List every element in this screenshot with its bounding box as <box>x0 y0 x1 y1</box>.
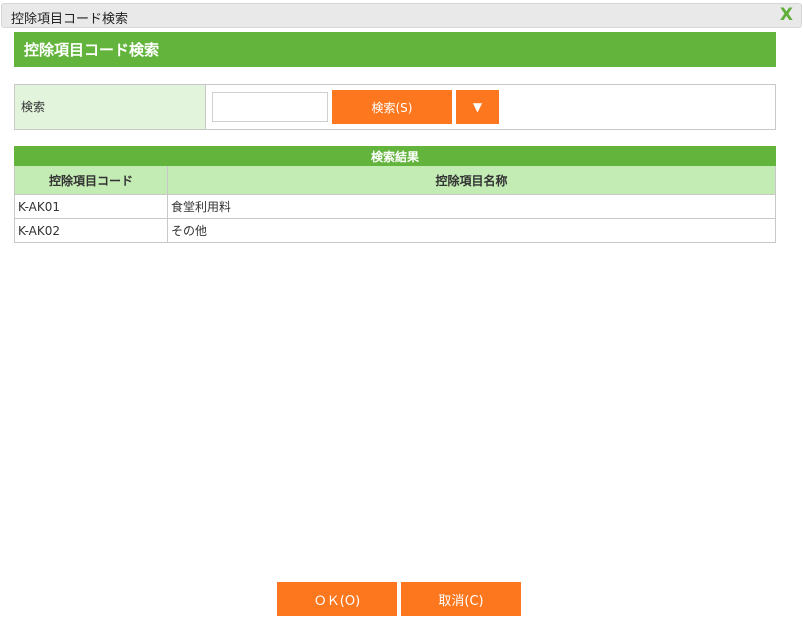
search-button[interactable]: 検索(S) <box>332 90 452 124</box>
page-title: 控除項目コード検索 <box>14 32 776 67</box>
results-caption: 検索結果 <box>14 146 776 166</box>
dropdown-toggle-button[interactable]: ▼ <box>456 90 499 124</box>
dialog-titlebar: 控除項目コード検索 X <box>1 3 802 28</box>
cell-name: 食堂利用料 <box>167 194 776 219</box>
close-icon[interactable]: X <box>780 5 793 25</box>
cell-name: その他 <box>167 218 776 243</box>
cell-code: K-AK02 <box>14 218 168 243</box>
search-panel: 検索 検索(S) ▼ <box>14 84 776 130</box>
ok-button[interactable]: ＯＫ(O) <box>277 582 397 616</box>
cell-code: K-AK01 <box>14 194 168 219</box>
table-row[interactable]: K-AK01 食堂利用料 <box>14 194 776 219</box>
search-label: 検索 <box>15 85 206 129</box>
column-header-code: 控除項目コード <box>14 165 168 195</box>
table-row[interactable]: K-AK02 その他 <box>14 218 776 243</box>
results-table: 検索結果 控除項目コード 控除項目名称 K-AK01 食堂利用料 K-AK02 … <box>14 146 776 243</box>
search-input[interactable] <box>212 92 328 122</box>
cancel-button[interactable]: 取消(C) <box>401 582 521 616</box>
column-header-name: 控除項目名称 <box>167 165 776 195</box>
dialog-title: 控除項目コード検索 <box>11 12 129 27</box>
